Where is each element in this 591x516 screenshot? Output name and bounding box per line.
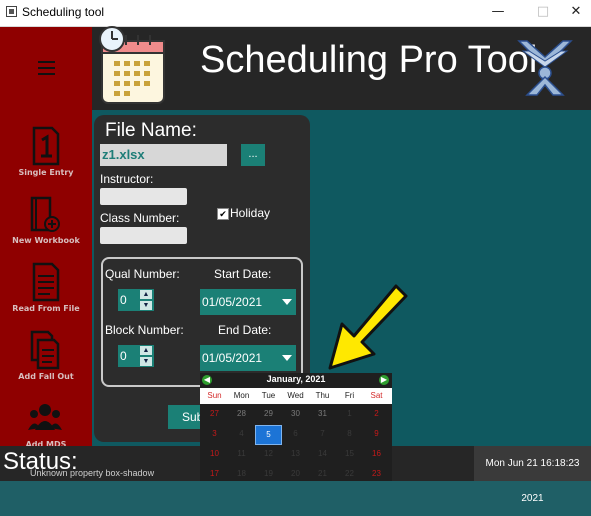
calendar-month-label: January, 2021 [266,374,326,384]
end-date-picker[interactable]: 01/05/2021 [200,345,296,371]
calendar-nav: January, 2021 ◀ ▶ [200,373,392,387]
start-date-picker[interactable]: 01/05/2021 [200,289,296,315]
calendar-day[interactable]: 13 [282,445,309,463]
next-month-icon[interactable]: ▶ [379,375,389,385]
people-group-icon [28,404,62,430]
spin-down-icon[interactable]: ▼ [140,301,152,310]
document-lines-icon [32,262,60,302]
maximize-button[interactable]: □ [533,3,553,21]
menu-area [0,27,92,110]
calendar-day[interactable]: 16 [363,445,390,463]
calendar-day[interactable]: 5 [255,425,282,445]
start-date-value: 01/05/2021 [202,295,263,309]
class-number-field[interactable] [100,227,187,244]
end-date-value: 01/05/2021 [202,351,263,365]
calendar-day[interactable]: 21 [309,465,336,483]
end-date-label: End Date: [218,323,272,337]
calendar-day[interactable]: 18 [228,465,255,483]
calendar-day[interactable]: 31 [309,405,336,423]
calendar-day[interactable]: 19 [255,465,282,483]
calendar-day[interactable]: 20 [282,465,309,483]
instructor-field[interactable] [100,188,187,205]
dropdown-arrow-icon[interactable] [282,355,292,361]
annotation-arrow-icon [328,284,408,370]
calendar-day[interactable]: 29 [255,405,282,423]
browse-button[interactable]: ... [241,144,265,166]
previous-month-icon[interactable]: ◀ [202,375,212,385]
calendar-day[interactable]: 14 [309,445,336,463]
calendar-day[interactable]: 27 [201,405,228,423]
block-number-value: 0 [120,349,127,363]
calendar-weekday: Wed [287,391,304,400]
sidebar-item-add-fall-out[interactable]: Add Fall Out [0,320,92,396]
file-name-label: File Name: [105,120,197,141]
sidebar-item-read-from-file[interactable]: Read From File [0,252,92,328]
block-number-label: Block Number: [105,323,184,337]
calendar-weekday: Tue [261,391,276,400]
start-date-label: Start Date: [214,267,272,281]
calendar-day[interactable]: 6 [282,425,309,443]
calendar-day[interactable]: 11 [228,445,255,463]
calendar-day[interactable]: 28 [228,405,255,423]
calendar-day[interactable]: 8 [336,425,363,443]
calendar-logo-icon [99,26,165,104]
window-titlebar: Scheduling tool — □ ✕ [0,0,591,27]
calendar-weekday: Fri [344,391,355,400]
calendar-day[interactable]: 30 [282,405,309,423]
calendar-day[interactable]: 1 [336,405,363,423]
submit-button[interactable]: Submit [168,405,202,429]
sidebar: Single Entry New Workbook Read From File [0,110,92,449]
calendar-day[interactable]: 2 [363,405,390,423]
calendar-weekday: Mon [233,391,250,400]
app-title: Scheduling Pro Tool [200,39,538,81]
calendar-day[interactable]: 7 [309,425,336,443]
sidebar-item-label: Add Fall Out [18,372,74,381]
calendar-day[interactable]: 9 [363,425,390,443]
calendar-weekday: Sun [207,391,222,400]
minimize-button[interactable]: — [488,3,508,21]
spin-up-icon[interactable]: ▲ [140,290,152,299]
status-clock: Mon Jun 21 16:18:23 2021 [474,446,591,504]
holiday-label: Holiday [230,206,271,220]
qual-number-spinner[interactable]: 0 ▲ ▼ [118,289,154,311]
calendar-weekday: Sat [370,391,383,400]
status-message: Unknown property box-shadow [30,468,155,478]
window-title: Scheduling tool [22,5,105,19]
spin-up-icon[interactable]: ▲ [140,346,152,355]
class-number-label: Class Number: [100,211,180,225]
instructor-label: Instructor: [100,172,154,186]
block-number-spinner[interactable]: 0 ▲ ▼ [118,345,154,367]
number-one-document-icon [32,126,60,166]
qual-number-value: 0 [120,293,127,307]
hamburger-menu-icon[interactable] [38,61,55,75]
calendar-weekday-row: Sun Mon Tue Wed Thu Fri Sat [200,388,392,404]
sidebar-item-label: Single Entry [18,168,74,177]
calendar-day[interactable]: 3 [201,425,228,443]
sidebar-item-label: Read From File [12,304,80,313]
app-icon [6,6,17,17]
app-header: Scheduling Pro Tool [0,26,591,110]
calendar-day[interactable]: 22 [336,465,363,483]
calendar-day[interactable]: 4 [228,425,255,443]
sidebar-item-single-entry[interactable]: Single Entry [0,116,92,192]
calendar-weekday: Thu [315,391,330,400]
copy-documents-icon [30,330,60,370]
calendar-day[interactable]: 23 [363,465,390,483]
sidebar-item-label: New Workbook [12,236,80,245]
dropdown-arrow-icon[interactable] [282,299,292,305]
calendar-day[interactable]: 17 [201,465,228,483]
file-name-field[interactable]: z1.xlsx [100,144,227,166]
close-button[interactable]: ✕ [566,3,586,21]
sidebar-item-new-workbook[interactable]: New Workbook [0,184,92,260]
air-force-logo-icon [517,40,573,96]
calendar-day[interactable]: 12 [255,445,282,463]
holiday-checkbox[interactable]: ✔ [217,208,229,220]
spin-down-icon[interactable]: ▼ [140,357,152,366]
calendar-day[interactable]: 10 [201,445,228,463]
qual-number-label: Qual Number: [105,267,180,281]
calendar-day[interactable]: 15 [336,445,363,463]
add-book-icon [30,196,60,232]
calendar-popup: January, 2021 ◀ ▶ Sun Mon Tue Wed Thu Fri Sat … [200,373,392,481]
